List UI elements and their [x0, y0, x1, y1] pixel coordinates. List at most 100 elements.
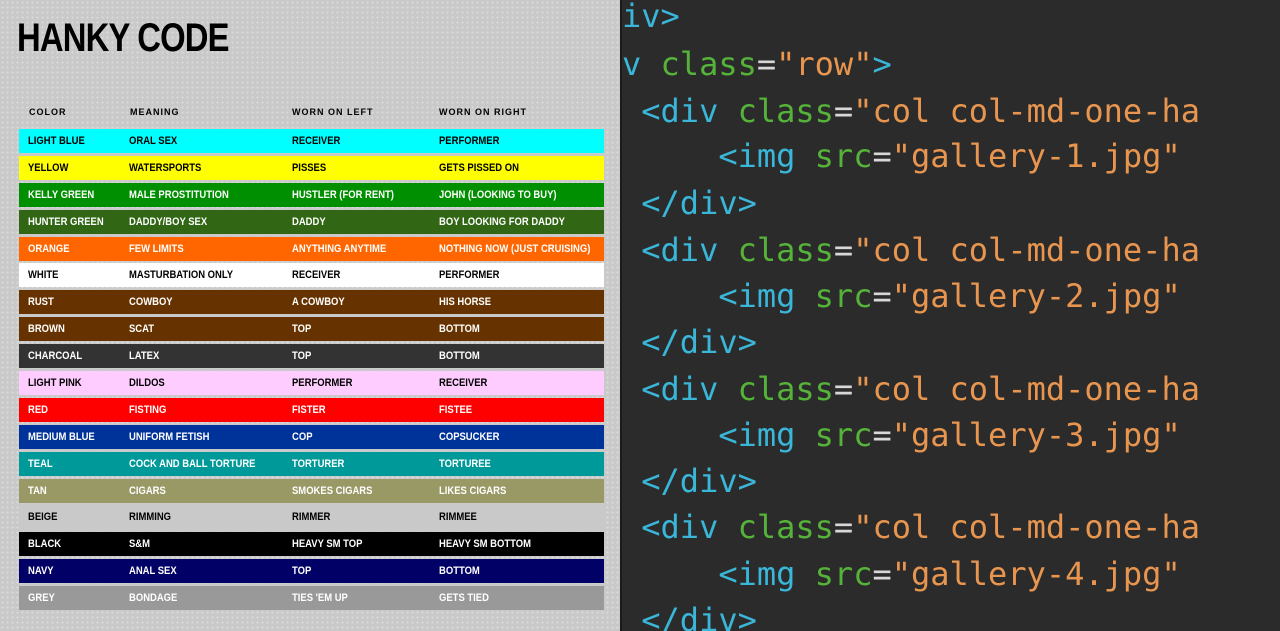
cell-worn-right: FISTEE: [439, 403, 473, 416]
table-row: ORANGE FEW LIMITS ANYTHING ANYTIME NOTHING …: [19, 236, 604, 261]
cell-worn-left: TIES 'EM UP: [292, 592, 348, 605]
table-row: NAVY ANAL SEX TOP BOTTOM: [19, 559, 604, 584]
code-token: </div>: [622, 323, 757, 361]
cell-worn-right: PERFORMER: [439, 269, 500, 282]
cell-color: LIGHT PINK: [28, 377, 82, 390]
code-line: <img src="gallery-3.jpg": [622, 415, 1181, 455]
code-token: "gallery-1.jpg": [891, 137, 1181, 175]
cell-meaning: CIGARS: [129, 484, 166, 497]
table-row: HUNTER GREEN DADDY/BOY SEX DADDY BOY LOOKIN…: [19, 209, 604, 234]
cell-color: LIGHT BLUE: [28, 135, 85, 147]
cell-worn-left: ANYTHING ANYTIME: [292, 242, 387, 255]
code-token: =: [872, 137, 892, 175]
cell-meaning: SCAT: [129, 323, 155, 336]
cell-worn-left: RECEIVER: [292, 135, 341, 147]
cell-meaning: WATERSPORTS: [129, 161, 202, 174]
cell-color: ORANGE: [28, 242, 70, 255]
cell-worn-left: DADDY: [292, 215, 326, 228]
code-token: class: [737, 231, 834, 269]
table-row: LIGHT PINK DILDOS PERFORMER RECEIVER: [19, 371, 604, 396]
cell-worn-right: HIS HORSE: [439, 296, 492, 309]
table-row: CHARCOAL LATEX TOP BOTTOM: [19, 344, 604, 369]
cell-meaning: ANAL SEX: [129, 565, 177, 578]
cell-color: CHARCOAL: [28, 350, 83, 363]
code-token: "gallery-3.jpg": [891, 416, 1181, 454]
code-token: =: [872, 555, 892, 593]
code-token: "gallery-4.jpg": [891, 555, 1181, 593]
cell-worn-left: A COWBOY: [292, 296, 345, 309]
code-token: <div: [622, 370, 738, 408]
header-color: COLOR: [29, 107, 67, 117]
code-line: <div class="col col-md-one-ha: [622, 507, 1200, 547]
cell-color: RED: [28, 403, 48, 416]
cell-worn-right: NOTHING NOW (JUST CRUISING): [439, 242, 591, 255]
header-meaning: MEANING: [130, 107, 180, 117]
code-line: <div class="col col-md-one-ha: [622, 91, 1200, 131]
cell-worn-left: TORTURER: [292, 457, 345, 470]
code-token: =: [833, 508, 854, 546]
cell-worn-left: HUSTLER (FOR RENT): [292, 188, 394, 201]
code-line: </div>: [622, 183, 757, 223]
code-line: <div class="col col-md-one-ha: [622, 230, 1200, 270]
code-line: v class="row">: [622, 44, 892, 84]
cell-worn-right: PERFORMER: [439, 135, 500, 147]
cell-meaning: ORAL SEX: [129, 135, 178, 147]
code-token: "col col-md-one-ha: [853, 92, 1200, 130]
code-token: "row": [776, 45, 873, 83]
code-token: =: [756, 45, 777, 83]
code-token: src: [814, 277, 873, 315]
code-token: >: [872, 45, 892, 83]
cell-worn-left: COP: [292, 430, 313, 443]
cell-meaning: LATEX: [129, 350, 160, 363]
cell-worn-left: PERFORMER: [292, 377, 353, 390]
table-row: YELLOW WATERSPORTS PISSES GETS PISSED ON: [19, 155, 604, 180]
code-token: </div>: [622, 184, 757, 222]
table-row: BROWN SCAT TOP BOTTOM: [19, 317, 604, 342]
cell-meaning: COCK AND BALL TORTURE: [129, 457, 256, 470]
cell-color: WHITE: [28, 269, 59, 282]
code-token: =: [872, 416, 892, 454]
table-row: RED FISTING FISTER FISTEE: [19, 397, 604, 422]
code-line: <img src="gallery-4.jpg": [622, 554, 1181, 594]
cell-color: BLACK: [28, 538, 62, 551]
code-token: </div>: [622, 601, 757, 631]
cell-worn-left: RECEIVER: [292, 269, 341, 282]
cell-worn-left: TOP: [292, 350, 312, 363]
code-token: <img: [622, 416, 815, 454]
table-row: BEIGE RIMMING RIMMER RIMMEE: [19, 505, 604, 530]
code-token: =: [833, 370, 854, 408]
cell-color: TEAL: [28, 457, 53, 470]
code-token: src: [814, 555, 873, 593]
cell-worn-right: TORTUREE: [439, 457, 491, 470]
cell-color: BEIGE: [28, 511, 58, 524]
cell-worn-right: BOTTOM: [439, 565, 480, 578]
cell-color: BROWN: [28, 323, 65, 336]
code-token: =: [833, 231, 854, 269]
code-token: "gallery-2.jpg": [891, 277, 1181, 315]
code-token: class: [660, 45, 757, 83]
code-token: =: [833, 92, 854, 130]
code-token: </div>: [622, 462, 757, 500]
code-token: class: [737, 508, 834, 546]
cell-worn-left: HEAVY SM TOP: [292, 538, 363, 551]
cell-meaning: S&M: [129, 538, 151, 551]
code-line: iv>: [622, 0, 680, 36]
cell-meaning: BONDAGE: [129, 592, 178, 605]
cell-meaning: RIMMING: [129, 511, 172, 524]
table-row: GREY BONDAGE TIES 'EM UP GETS TIED: [19, 586, 604, 611]
hanky-code-panel: HANKY CODE COLOR MEANING WORN ON LEFT WO…: [0, 0, 620, 631]
cell-color: YELLOW: [28, 161, 69, 174]
code-token: <img: [622, 277, 815, 315]
cell-meaning: DILDOS: [129, 377, 165, 390]
table-row: RUST COWBOY A COWBOY HIS HORSE: [19, 290, 604, 315]
header-worn-on-left: WORN ON LEFT: [292, 107, 374, 117]
code-token: v: [622, 45, 661, 83]
table-row: TEAL COCK AND BALL TORTURE TORTURER TORTURE…: [19, 451, 604, 476]
cell-worn-right: HEAVY SM BOTTOM: [439, 538, 531, 551]
code-token: class: [737, 92, 834, 130]
cell-worn-left: FISTER: [292, 403, 326, 416]
cell-meaning: UNIFORM FETISH: [129, 430, 210, 443]
code-line: <div class="col col-md-one-ha: [622, 369, 1200, 409]
table-row: TAN CIGARS SMOKES CIGARS LIKES CIGARS: [19, 478, 604, 503]
code-token: src: [814, 137, 873, 175]
